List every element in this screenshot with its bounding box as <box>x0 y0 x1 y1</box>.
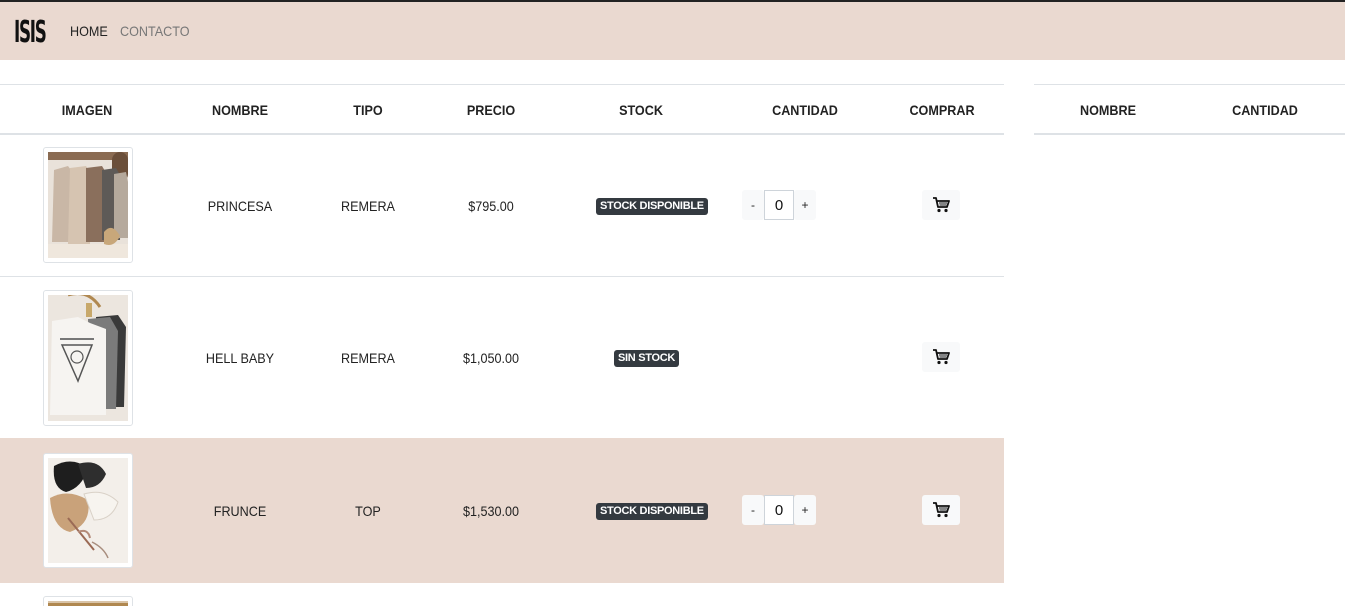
decrement-button[interactable]: - <box>742 495 764 525</box>
product-image[interactable] <box>43 147 133 263</box>
cart-icon <box>933 197 950 213</box>
buy-button[interactable] <box>922 342 960 372</box>
product-image[interactable] <box>43 453 133 568</box>
increment-button[interactable]: + <box>794 495 816 525</box>
product-image[interactable] <box>43 596 133 606</box>
product-name: PRINCESA <box>207 198 273 214</box>
nav-link-contacto[interactable]: CONTACTO <box>120 22 190 40</box>
brand-logo[interactable]: ISIS <box>14 15 47 51</box>
stock-badge: STOCK DISPONIBLE <box>596 198 708 215</box>
decrement-button[interactable]: - <box>742 190 764 220</box>
cart-header-cantidad: CANTIDAD <box>1232 102 1298 118</box>
cart-header-nombre: NOMBRE <box>1079 102 1136 118</box>
header-cantidad: CANTIDAD <box>772 102 838 118</box>
product-price: $1,050.00 <box>462 350 520 366</box>
quantity-stepper: - 0 + <box>742 495 816 525</box>
row-divider <box>0 276 1004 277</box>
header-precio: PRECIO <box>466 102 516 118</box>
header-stock: STOCK <box>619 102 663 118</box>
cart-icon <box>933 502 950 518</box>
product-type: TOP <box>355 503 381 519</box>
cart-icon <box>933 349 950 365</box>
header-tipo: TIPO <box>353 102 383 118</box>
product-price: $795.00 <box>468 198 514 214</box>
header-comprar: COMPRAR <box>909 102 975 118</box>
cart-table-top-border <box>1034 84 1345 85</box>
cart-header-divider <box>1034 133 1345 135</box>
header-divider <box>0 133 1004 135</box>
navbar: ISIS HOME CONTACTO <box>0 2 1345 60</box>
quantity-input[interactable]: 0 <box>764 495 794 525</box>
buy-button[interactable] <box>922 495 960 525</box>
quantity-input[interactable]: 0 <box>764 190 794 220</box>
product-image[interactable] <box>43 290 133 426</box>
product-price: $1,530.00 <box>462 503 520 519</box>
product-name: HELL BABY <box>205 350 275 366</box>
increment-button[interactable]: + <box>794 190 816 220</box>
buy-button[interactable] <box>922 190 960 220</box>
table-top-border <box>0 84 1004 85</box>
product-type: REMERA <box>341 198 395 214</box>
product-type: REMERA <box>341 350 395 366</box>
stock-badge: STOCK DISPONIBLE <box>596 503 708 520</box>
quantity-stepper: - 0 + <box>742 190 816 220</box>
nav-link-home[interactable]: HOME <box>70 22 108 40</box>
header-imagen: IMAGEN <box>61 102 113 118</box>
product-name: FRUNCE <box>213 503 267 519</box>
stock-badge: SIN STOCK <box>614 350 679 367</box>
header-nombre: NOMBRE <box>211 102 268 118</box>
